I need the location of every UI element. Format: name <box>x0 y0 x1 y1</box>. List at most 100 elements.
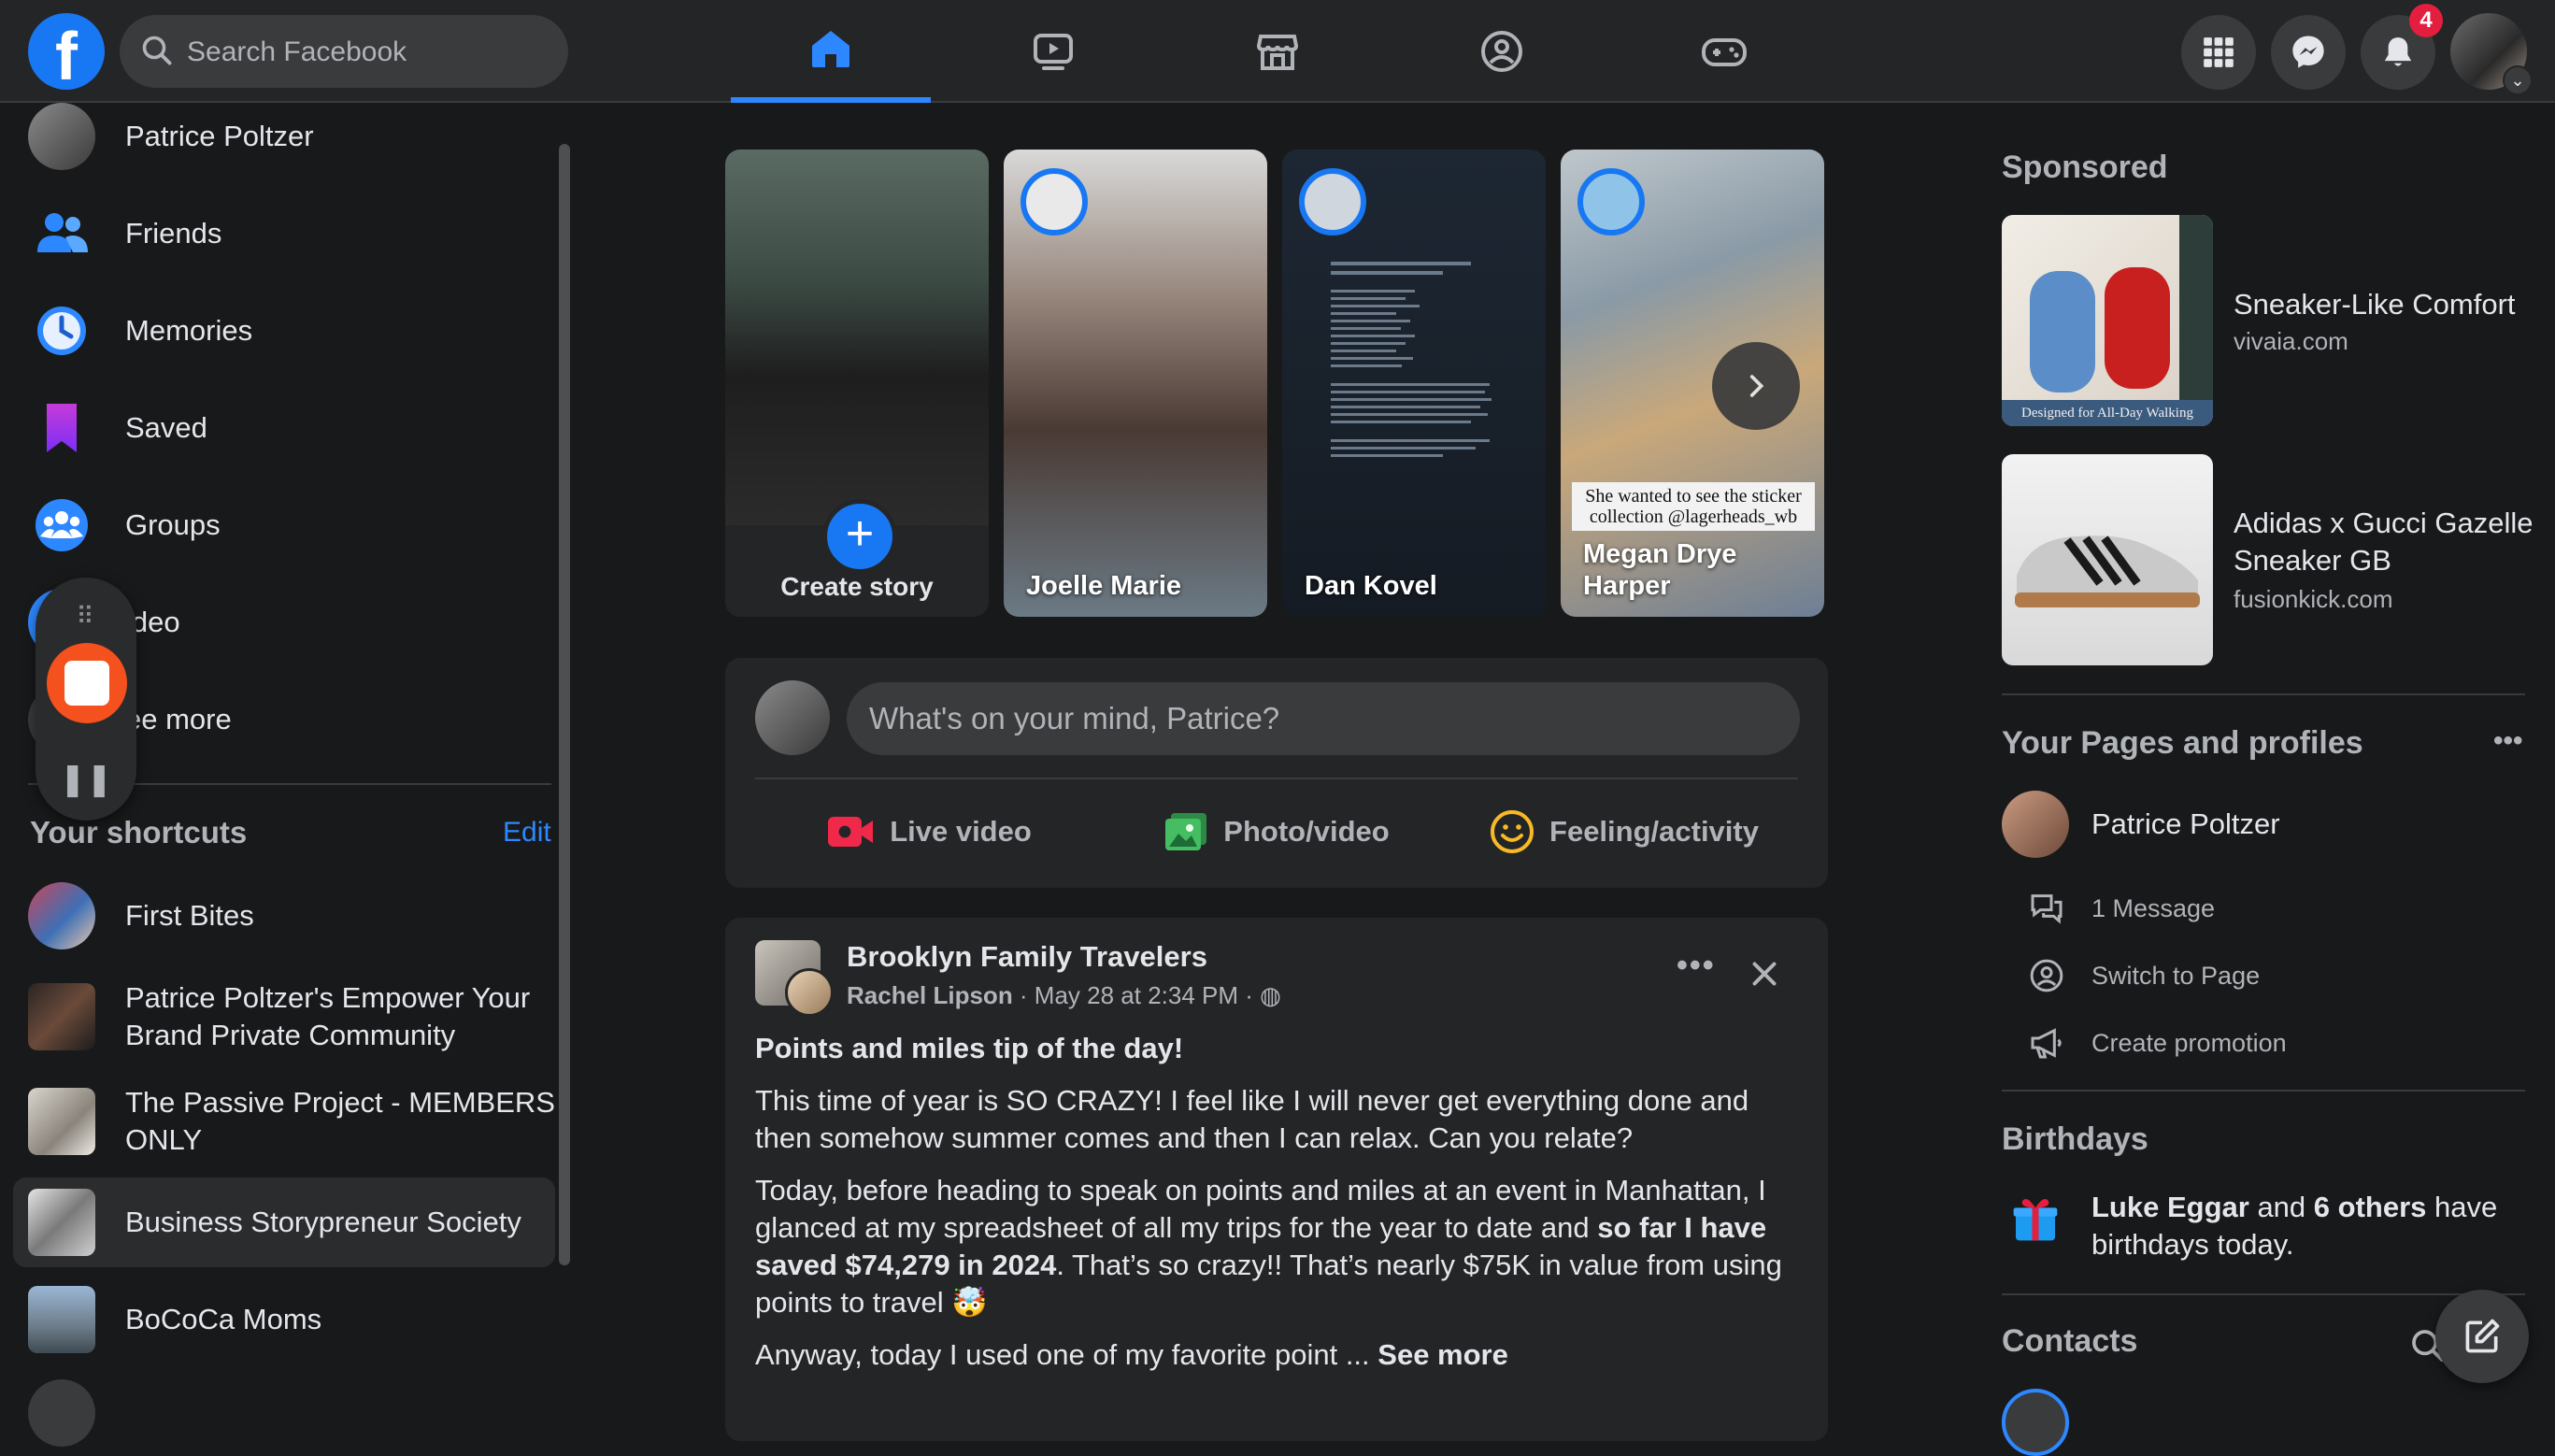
right-divider <box>2002 1090 2525 1092</box>
post-author[interactable]: Rachel Lipson <box>847 981 1013 1009</box>
story-text-screenshot <box>1331 262 1499 542</box>
photo-video-button[interactable]: Photo/video <box>1103 792 1450 871</box>
story-card[interactable]: Joelle Marie <box>1004 150 1267 617</box>
pages-options-icon[interactable]: ••• <box>2493 725 2523 757</box>
message-icon <box>2031 894 2063 924</box>
new-message-button[interactable] <box>2435 1290 2529 1383</box>
photo-video-label: Photo/video <box>1223 815 1390 848</box>
tab-marketplace[interactable] <box>1178 0 1377 103</box>
shortcut-item[interactable]: BoCoCa Moms <box>13 1275 555 1364</box>
sidebar-scrollbar[interactable] <box>559 144 570 1265</box>
home-icon <box>812 31 849 67</box>
messenger-icon <box>2292 36 2324 68</box>
author-avatar[interactable] <box>785 968 834 1017</box>
sidebar-item-groups[interactable]: Groups <box>13 480 555 570</box>
page-action-switch[interactable]: Switch to Page <box>2028 955 2495 996</box>
menu-button[interactable] <box>2181 15 2256 90</box>
sidebar-item-label: Saved <box>125 411 207 444</box>
post-text-segment: Anyway, today I used one of my favorite … <box>755 1338 1378 1371</box>
story-photo <box>725 150 989 525</box>
chevron-down-icon[interactable]: ⌄ <box>2503 65 2533 95</box>
gift-icon <box>2013 1199 2058 1241</box>
video-icon <box>1034 34 1073 70</box>
stories-next-button[interactable] <box>1712 342 1800 430</box>
tab-video[interactable] <box>953 0 1153 103</box>
page-avatar[interactable] <box>2002 791 2069 858</box>
tab-groups[interactable] <box>1402 0 1602 103</box>
page-action-promotion[interactable]: Create promotion <box>2028 1022 2495 1063</box>
messenger-button[interactable] <box>2271 15 2346 90</box>
shortcuts-title: Your shortcuts <box>30 815 248 849</box>
sidebar-item-label: Friends <box>125 217 222 250</box>
post-group-name[interactable]: Brooklyn Family Travelers <box>847 940 1207 974</box>
page-action-message[interactable]: 1 Message <box>2028 888 2495 929</box>
ad-shoe-blue <box>2030 271 2095 393</box>
post-headline: Points and miles tip of the day! <box>755 1032 1184 1064</box>
see-more-link[interactable]: See more <box>1377 1338 1508 1371</box>
live-video-icon <box>828 817 874 847</box>
story-avatar <box>1299 168 1366 236</box>
sidebar-item-friends[interactable]: Friends <box>13 189 555 278</box>
shortcut-thumbnail <box>28 983 95 1050</box>
sidebar-item-memories[interactable]: Memories <box>13 286 555 376</box>
shortcut-item[interactable]: First Bites <box>13 871 555 961</box>
ad-image[interactable] <box>2002 454 2213 665</box>
grid-menu-icon <box>2204 37 2234 67</box>
birthdays-text[interactable]: Luke Eggar and 6 others have birthdays t… <box>2091 1189 2521 1263</box>
notification-badge: 4 <box>2409 4 2443 37</box>
close-icon[interactable] <box>1748 957 1781 991</box>
facebook-logo[interactable]: f <box>28 13 105 90</box>
sneaker-image <box>2015 535 2200 607</box>
shortcut-item[interactable]: Patrice Poltzer's Empower Your Brand Pri… <box>13 968 555 1065</box>
drag-handle-icon[interactable]: ⠿ <box>36 602 136 631</box>
composer-avatar[interactable] <box>755 680 830 755</box>
birthday-name: Luke Eggar <box>2091 1191 2249 1223</box>
story-card-create[interactable]: + Create story <box>725 150 989 617</box>
edit-shortcuts-link[interactable]: Edit <box>503 817 551 849</box>
ad-image-caption: Designed for All-Day Walking <box>2002 400 2213 426</box>
stop-icon <box>64 661 109 706</box>
post-timestamp[interactable]: · May 28 at 2:34 PM · <box>1013 981 1260 1009</box>
story-avatar <box>1021 168 1088 236</box>
bell-icon <box>2384 37 2412 66</box>
shortcut-item[interactable]: The Passive Project - MEMBERS ONLY <box>13 1073 555 1170</box>
search-input[interactable] <box>185 15 553 90</box>
shortcut-label: First Bites <box>125 899 254 932</box>
live-video-button[interactable]: Live video <box>755 792 1103 871</box>
ad-domain[interactable]: vivaia.com <box>2234 327 2348 356</box>
page-action-label: Create promotion <box>2091 1028 2287 1057</box>
top-navigation-bar: f 4 ⌄ <box>0 0 2555 103</box>
birthday-text-segment: and <box>2248 1191 2314 1223</box>
marketplace-icon <box>1256 35 1299 70</box>
feeling-activity-label: Feeling/activity <box>1549 815 1759 848</box>
post-options-icon[interactable]: ••• <box>1677 948 1716 984</box>
sidebar-item-label: ee more <box>125 703 232 735</box>
page-name[interactable]: Patrice Poltzer <box>2091 807 2280 841</box>
birthdays-title: Birthdays <box>2002 1121 2148 1157</box>
shortcut-label: Business Storypreneur Society <box>125 1206 521 1238</box>
ad-title[interactable]: Sneaker-Like Comfort <box>2234 286 2516 323</box>
story-avatar <box>1577 168 1645 236</box>
story-name: Dan Kovel <box>1305 571 1437 601</box>
tab-home[interactable] <box>731 0 931 103</box>
create-story-label: Create story <box>780 572 934 601</box>
whats-on-your-mind-input[interactable] <box>847 682 1800 755</box>
add-story-icon[interactable]: + <box>822 499 897 574</box>
composer-divider <box>755 778 1798 779</box>
story-name: Joelle Marie <box>1026 571 1182 601</box>
ad-image[interactable]: Designed for All-Day Walking <box>2002 215 2213 426</box>
ad-title[interactable]: Adidas x Gucci Gazelle Sneaker GB <box>2234 505 2542 579</box>
sidebar-item-profile[interactable]: Patrice Poltzer <box>13 92 555 181</box>
search-box[interactable] <box>120 15 568 90</box>
contact-avatar[interactable] <box>2002 1389 2069 1456</box>
feeling-activity-button[interactable]: Feeling/activity <box>1450 792 1798 871</box>
shortcut-item[interactable]: Business Storypreneur Society <box>13 1178 555 1267</box>
story-card[interactable]: Dan Kovel <box>1282 150 1546 617</box>
photo-icon <box>1165 813 1207 850</box>
tab-gaming[interactable] <box>1624 0 1824 103</box>
pause-icon[interactable]: ❚❚ <box>36 761 136 798</box>
sidebar-item-saved[interactable]: Saved <box>13 383 555 473</box>
compose-icon <box>2465 1319 2500 1353</box>
ad-domain[interactable]: fusionkick.com <box>2234 585 2393 614</box>
post-paragraph: Today, before heading to speak on points… <box>755 1172 1802 1321</box>
